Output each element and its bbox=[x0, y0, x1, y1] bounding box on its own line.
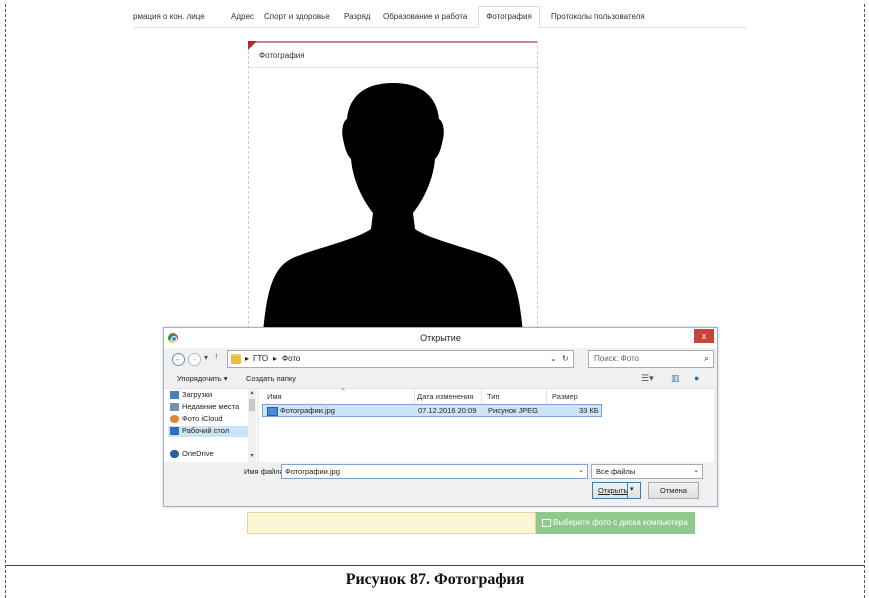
close-button[interactable]: x bbox=[694, 329, 714, 343]
new-folder-button[interactable]: Создать папку bbox=[246, 374, 296, 383]
figure-caption: Рисунок 87. Фотография bbox=[345, 571, 525, 588]
jpeg-file-icon bbox=[267, 407, 278, 416]
filename-label: Имя файла: bbox=[244, 467, 286, 476]
recent-dropdown-icon[interactable]: ▾ bbox=[204, 353, 208, 362]
file-list: Имя ˄ Дата изменения Тип Размер Фотограф… bbox=[259, 387, 714, 462]
scroll-down-icon[interactable]: ▾ bbox=[248, 452, 256, 459]
photo-panel: Фотография bbox=[248, 41, 538, 339]
address-row: ← → ▾ ↑ ▸ ГТО ▸ Фото ⌄ ↻ Поиск: Фото ⌕ bbox=[164, 348, 717, 370]
frame-left-border bbox=[5, 4, 6, 598]
breadcrumb-separator-icon: ▸ bbox=[273, 354, 278, 363]
open-button-label: Открыть bbox=[598, 486, 628, 495]
photo-path-input[interactable] bbox=[247, 512, 536, 534]
tab-rank[interactable]: Разряд bbox=[344, 7, 370, 27]
filename-dropdown-icon[interactable]: ⌄ bbox=[578, 466, 584, 474]
onedrive-icon bbox=[170, 450, 179, 459]
nav-scrollbar[interactable]: ▴ ▾ bbox=[248, 389, 256, 462]
nav-item-label: Загрузки bbox=[182, 390, 213, 399]
column-separator bbox=[414, 389, 415, 403]
nav-item-downloads[interactable]: Загрузки bbox=[170, 390, 212, 401]
tab-contact-info[interactable]: рмация о кон. лице bbox=[133, 7, 205, 27]
address-dropdown-icon[interactable]: ⌄ bbox=[550, 354, 557, 363]
icloud-photos-icon bbox=[170, 415, 179, 424]
nav-item-label: Фото iCloud bbox=[182, 414, 223, 423]
file-date: 07.12.2016 20:09 bbox=[418, 406, 477, 415]
tab-address[interactable]: Адрес bbox=[231, 7, 254, 27]
back-button[interactable]: ← bbox=[172, 353, 185, 366]
tab-user-protocols[interactable]: Протоколы пользователя bbox=[551, 7, 645, 27]
desktop-icon bbox=[170, 427, 179, 436]
nav-item-icloud-photos[interactable]: Фото iCloud bbox=[170, 414, 223, 425]
open-button-split bbox=[627, 483, 628, 498]
nav-item-onedrive[interactable]: OneDrive bbox=[170, 449, 214, 460]
tab-bar: рмация о кон. лице Адрес Спорт и здоровь… bbox=[133, 6, 746, 28]
dialog-footer: Имя файла: Фотографии.jpg ⌄ Все файлы ⌄ … bbox=[164, 462, 717, 506]
search-input[interactable]: Поиск: Фото ⌕ bbox=[588, 350, 714, 368]
caption-divider bbox=[5, 565, 865, 566]
view-options-icon[interactable]: ☰▾ bbox=[641, 373, 654, 384]
filename-value: Фотографии.jpg bbox=[285, 467, 340, 476]
recent-places-icon bbox=[170, 403, 179, 412]
nav-item-label: Рабочий стол bbox=[182, 426, 230, 435]
dialog-titlebar: Открытие x bbox=[164, 328, 717, 348]
filetype-value: Все файлы bbox=[596, 467, 636, 476]
search-icon: ⌕ bbox=[703, 353, 709, 363]
scrollbar-thumb[interactable] bbox=[249, 399, 255, 411]
file-row[interactable]: Фотографии.jpg 07.12.2016 20:09 Рисунок … bbox=[262, 404, 602, 417]
column-header-size[interactable]: Размер bbox=[552, 392, 578, 401]
scroll-up-icon[interactable]: ▴ bbox=[248, 389, 256, 396]
dialog-title: Открытие bbox=[420, 333, 461, 343]
up-arrow-icon[interactable]: ↑ bbox=[214, 351, 219, 361]
nav-item-desktop[interactable]: Рабочий стол bbox=[168, 426, 248, 437]
panel-top-border bbox=[249, 41, 537, 43]
frame-right-border bbox=[864, 4, 865, 598]
open-button[interactable]: Открыть ▾ bbox=[592, 482, 641, 499]
cancel-button[interactable]: Отмена bbox=[648, 482, 699, 499]
help-icon[interactable]: ● bbox=[694, 373, 699, 383]
panel-separator bbox=[249, 67, 537, 68]
person-silhouette-icon bbox=[263, 83, 523, 334]
column-separator bbox=[481, 389, 482, 403]
open-dropdown-icon[interactable]: ▾ bbox=[630, 485, 634, 493]
forward-button[interactable]: → bbox=[188, 353, 201, 366]
address-bar[interactable]: ▸ ГТО ▸ Фото ⌄ ↻ bbox=[227, 350, 574, 368]
column-header-type[interactable]: Тип bbox=[487, 392, 500, 401]
filetype-select[interactable]: Все файлы ⌄ bbox=[591, 464, 703, 479]
file-type: Рисунок JPEG bbox=[488, 406, 538, 415]
dialog-toolbar: Упорядочить ▾ Создать папку ☰▾ ▥ ● bbox=[164, 370, 717, 389]
column-header-name[interactable]: Имя bbox=[267, 392, 282, 401]
breadcrumb-photo[interactable]: Фото bbox=[282, 354, 300, 363]
file-name: Фотографии.jpg bbox=[280, 406, 335, 415]
filename-input[interactable]: Фотографии.jpg ⌄ bbox=[281, 464, 588, 479]
refresh-icon[interactable]: ↻ bbox=[562, 354, 569, 363]
tab-photo[interactable]: Фотография bbox=[478, 6, 540, 28]
downloads-icon bbox=[170, 391, 179, 400]
choose-photo-label: Выберите фото с диска компьютера bbox=[553, 518, 688, 527]
filetype-dropdown-icon: ⌄ bbox=[693, 467, 699, 474]
panel-corner-marker bbox=[248, 41, 257, 50]
choose-photo-button[interactable]: Выберите фото с диска компьютера bbox=[536, 512, 695, 534]
tab-sport-health[interactable]: Спорт и здоровье bbox=[264, 7, 330, 27]
image-icon bbox=[542, 518, 551, 527]
file-size: 33 КБ bbox=[579, 406, 599, 415]
sort-arrow-icon: ˄ bbox=[341, 387, 346, 394]
organize-button[interactable]: Упорядочить ▾ bbox=[177, 374, 227, 383]
breadcrumb-separator-icon: ▸ bbox=[245, 354, 250, 363]
photo-panel-title: Фотография bbox=[259, 51, 305, 60]
open-file-dialog: Открытие x ← → ▾ ↑ ▸ ГТО ▸ Фото ⌄ ↻ Поис… bbox=[163, 327, 718, 507]
search-placeholder: Поиск: Фото bbox=[594, 354, 639, 363]
tab-education-work[interactable]: Образование и работа bbox=[383, 7, 467, 27]
nav-item-recent-places[interactable]: Недавние места bbox=[170, 402, 239, 413]
nav-item-label: OneDrive bbox=[182, 449, 214, 458]
preview-pane-icon[interactable]: ▥ bbox=[671, 373, 680, 384]
navigation-pane: Загрузки Недавние места Фото iCloud Рабо… bbox=[164, 389, 257, 462]
nav-item-label: Недавние места bbox=[182, 402, 240, 411]
column-header-date[interactable]: Дата изменения bbox=[417, 392, 473, 401]
breadcrumb-gto[interactable]: ГТО bbox=[253, 354, 268, 363]
folder-icon bbox=[231, 354, 241, 364]
column-separator bbox=[546, 389, 547, 403]
